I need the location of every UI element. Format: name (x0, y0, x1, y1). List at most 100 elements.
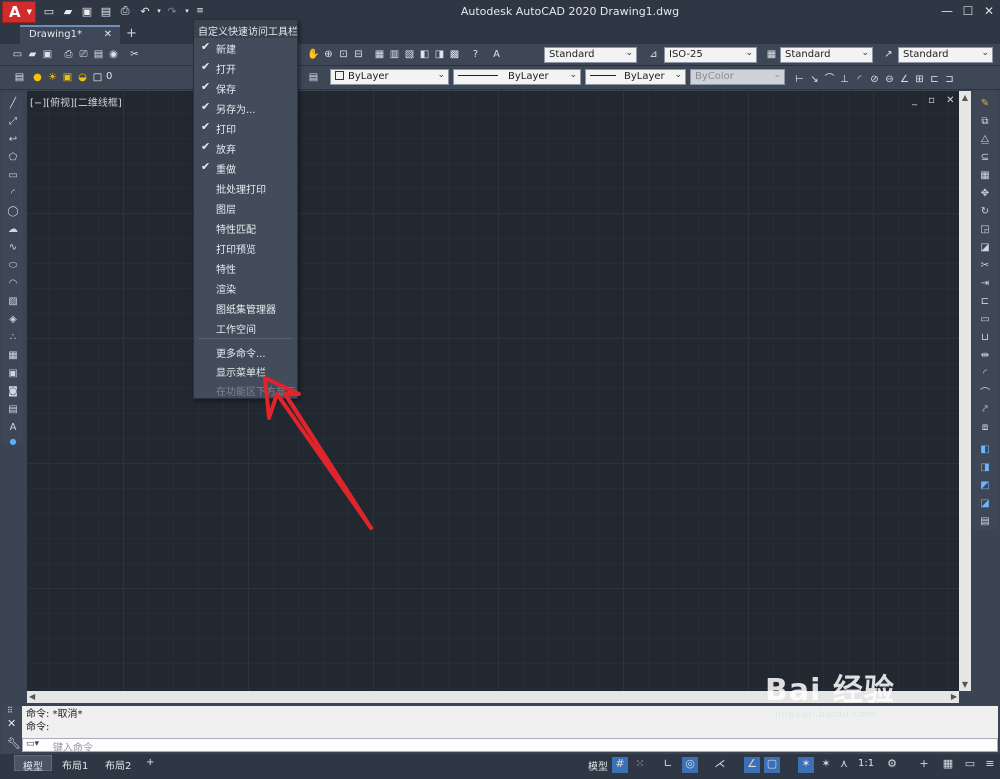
open-icon[interactable]: ▰ (61, 4, 75, 18)
current-layer[interactable]: 0 (106, 71, 112, 82)
draw-order-above-icon[interactable]: ◩ (977, 478, 993, 493)
annotation-visibility-icon[interactable]: ✶ (798, 757, 814, 773)
break-icon[interactable]: ▭ (977, 312, 993, 327)
snap-icon[interactable]: ⁙ (632, 757, 648, 773)
isodraft-icon[interactable]: ⋌ (712, 757, 728, 773)
publish-icon[interactable]: ▤ (91, 47, 106, 62)
polyline-icon[interactable]: ↩ (5, 132, 21, 147)
scroll-left-icon[interactable]: ◀ (29, 692, 35, 701)
dim-radius-icon[interactable]: ◜ (852, 72, 867, 87)
blend-curves-icon[interactable]: ⌒ (977, 384, 993, 399)
menu-item-print[interactable]: ✔ 打印 (194, 119, 297, 137)
command-dropdown-icon[interactable]: ▭▾ (26, 739, 39, 749)
table-style-select[interactable]: Standard ⌄ (780, 47, 873, 63)
add-selected-icon[interactable]: ● (5, 434, 21, 449)
annotation-monitor-icon[interactable]: + (916, 757, 932, 773)
undo-icon[interactable]: ↶ (138, 4, 152, 18)
edit-polyline-icon[interactable]: ⧈ (977, 420, 993, 435)
cut-icon[interactable]: ✂ (127, 47, 142, 62)
text-to-front-icon[interactable]: ▤ (977, 514, 993, 529)
point-icon[interactable]: ∴ (5, 330, 21, 345)
move-icon[interactable]: ✥ (977, 186, 993, 201)
auto-scale-icon[interactable]: ✶ (818, 757, 834, 773)
menu-item-open[interactable]: ✔ 打开 (194, 59, 297, 77)
scroll-right-icon[interactable]: ▶ (951, 692, 957, 701)
zoom-window-icon[interactable]: ⊡ (336, 47, 351, 62)
redo-dropdown-icon[interactable]: ▾ (180, 4, 194, 18)
dim-continue-icon[interactable]: ⊐ (942, 72, 957, 87)
saveas-icon[interactable]: ▤ (99, 4, 113, 18)
plot-preview-icon[interactable]: ⎚ (76, 47, 91, 62)
menu-item-more-commands[interactable]: 更多命令... (194, 343, 297, 361)
pan-icon[interactable]: ✋ (306, 47, 321, 62)
line-icon[interactable]: ╱ (5, 96, 21, 111)
color-select[interactable]: ByLayer ⌄ (330, 69, 449, 85)
join-icon[interactable]: ⊔ (977, 330, 993, 345)
close-tab-icon[interactable]: ✕ (104, 29, 112, 40)
quick-dim-icon[interactable]: ⊞ (912, 72, 927, 87)
menu-item-save[interactable]: ✔ 保存 (194, 79, 297, 97)
clean-screen-icon[interactable]: ▭ (962, 757, 978, 773)
zoom-previous-icon[interactable]: ⊟ (351, 47, 366, 62)
undo-dropdown-icon[interactable]: ▾ (152, 4, 166, 18)
scroll-down-icon[interactable]: ▼ (959, 680, 971, 689)
table-icon[interactable]: ▤ (5, 402, 21, 417)
mleader-style-select[interactable]: Standard ⌄ (898, 47, 993, 63)
object-snap-tracking-icon[interactable]: ∠ (744, 757, 760, 773)
customize-wrench-icon[interactable]: 🔧︎ (7, 737, 21, 750)
polygon-icon[interactable]: ⬠ (5, 150, 21, 165)
scroll-up-icon[interactable]: ▲ (959, 93, 971, 102)
tab-layout1[interactable]: 布局1 (54, 755, 96, 772)
viewport-window-controls[interactable]: _ ▫ ✕ (912, 95, 959, 106)
command-input[interactable]: ▭▾ 键入命令 (22, 738, 998, 754)
tab-model[interactable]: 模型 (14, 755, 52, 773)
menu-item-workspace[interactable]: 工作空间 (194, 319, 297, 337)
polar-icon[interactable]: ◎ (682, 757, 698, 773)
circle-icon[interactable]: ◯ (5, 204, 21, 219)
customize-icon[interactable]: ≡ (193, 4, 207, 18)
dim-aligned-icon[interactable]: ↘ (807, 72, 822, 87)
grid-icon[interactable]: # (612, 757, 628, 773)
revcloud-icon[interactable]: ☁ (5, 222, 21, 237)
dim-baseline-icon[interactable]: ⊏ (927, 72, 942, 87)
spline-icon[interactable]: ∿ (5, 240, 21, 255)
object-snap-icon[interactable]: ▢ (764, 757, 780, 773)
dim-arc-icon[interactable]: ⌒ (822, 70, 837, 85)
construction-line-icon[interactable]: ⤢ (5, 114, 21, 129)
offset-icon[interactable]: ⊆ (977, 150, 993, 165)
dim-style-select[interactable]: ISO-25 ⌄ (664, 47, 757, 63)
drawing-canvas[interactable] (27, 91, 959, 691)
tab-drawing1[interactable]: Drawing1* ✕ (20, 25, 120, 44)
help-icon[interactable]: ? (468, 47, 483, 62)
ellipse-arc-icon[interactable]: ◠ (5, 276, 21, 291)
dim-linear-icon[interactable]: ⊢ (792, 72, 807, 87)
break-at-point-icon[interactable]: ⊏ (977, 294, 993, 309)
maximize-icon[interactable]: ☐ (959, 4, 977, 20)
rotate-icon[interactable]: ↻ (977, 204, 993, 219)
zoom-realtime-icon[interactable]: ⊕ (321, 47, 336, 62)
isolate-objects-icon[interactable]: ▦ (940, 757, 956, 773)
text-style-icon[interactable]: A (489, 47, 504, 62)
ortho-icon[interactable]: ∟ (660, 757, 676, 773)
viewport-controls-label[interactable]: [−][俯视][二维线框] (30, 94, 122, 109)
sheet-set-icon[interactable]: ◧ (417, 47, 432, 62)
new-icon[interactable]: ▭ (42, 4, 56, 18)
grip-icon[interactable]: ⠿ (7, 706, 13, 715)
make-current-icon[interactable]: ▤ (306, 70, 321, 85)
new-icon[interactable]: ▭ (10, 47, 25, 62)
dim-angular-icon[interactable]: ∠ (897, 72, 912, 87)
plot-icon[interactable]: ⎙ (61, 47, 76, 62)
workspace-gear-icon[interactable]: ⚙ (884, 757, 900, 773)
mtext-icon[interactable]: A (5, 420, 21, 435)
menu-item-saveas[interactable]: ✔ 另存为... (194, 99, 297, 117)
new-tab-button[interactable]: + (126, 26, 137, 41)
calculator-icon[interactable]: ▩ (447, 47, 462, 62)
menu-item-layer[interactable]: 图层 (194, 199, 297, 217)
properties-icon[interactable]: ▦ (372, 47, 387, 62)
menu-item-new[interactable]: ✔ 新建 (194, 39, 297, 57)
erase-icon[interactable]: ✎ (977, 96, 993, 111)
dim-jogged-icon[interactable]: ⊘ (867, 72, 882, 87)
insert-block-icon[interactable]: ▨ (5, 294, 21, 309)
application-menu-button[interactable]: A ▼ (2, 1, 36, 23)
array-icon[interactable]: ▦ (977, 168, 993, 183)
